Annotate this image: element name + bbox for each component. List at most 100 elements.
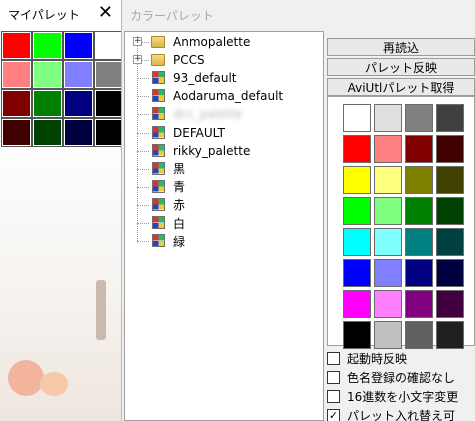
tree-item-label: 赤 [173, 198, 186, 213]
tree-item-label: rikky_palette [173, 143, 251, 158]
color-swatch[interactable] [405, 321, 433, 349]
option-checkbox[interactable] [327, 351, 340, 365]
color-swatch[interactable] [343, 135, 371, 163]
color-swatch[interactable] [436, 321, 464, 349]
tree-palette-item[interactable]: dcc_palette [125, 105, 323, 123]
tree-item-label: 93_default [173, 71, 237, 86]
my-palette-swatch[interactable] [32, 31, 63, 60]
tree-palette-item[interactable]: 93_default [125, 69, 323, 87]
color-swatch[interactable] [436, 166, 464, 194]
my-palette-swatch[interactable] [32, 118, 63, 147]
my-palette-swatch[interactable] [63, 60, 94, 89]
color-swatch[interactable] [405, 135, 433, 163]
option-row[interactable]: 起動時反映 [327, 349, 407, 367]
option-row[interactable]: 色名登録の確認なし [327, 368, 455, 386]
my-palette-swatch[interactable] [94, 89, 125, 118]
palette-tree[interactable]: + Anmopalette + PCCS 93_default Aodaruma_defa… [124, 31, 324, 421]
my-palette-swatch[interactable] [32, 60, 63, 89]
tree-palette-item[interactable]: DEFAULT [125, 124, 323, 142]
color-swatch[interactable] [436, 197, 464, 225]
tree-palette-item[interactable]: Aodaruma_default [125, 87, 323, 105]
swatch-panel [327, 96, 475, 349]
color-swatch[interactable] [343, 228, 371, 256]
color-swatch[interactable] [374, 104, 402, 132]
tree-item-label: dcc_palette [173, 107, 243, 122]
color-palette-window: カラーパレット + Anmopalette + PCCS 93_default Aodar… [121, 0, 475, 421]
my-palette-swatch[interactable] [94, 118, 125, 147]
reload-button[interactable]: 再読込 [327, 38, 475, 56]
color-swatch[interactable] [374, 259, 402, 287]
tree-palette-item[interactable]: 黒 [125, 160, 323, 178]
color-swatch[interactable] [374, 290, 402, 318]
color-swatch[interactable] [436, 228, 464, 256]
color-swatch[interactable] [374, 135, 402, 163]
color-swatch[interactable] [343, 104, 371, 132]
my-palette-swatch[interactable] [94, 31, 125, 60]
color-swatch[interactable] [343, 321, 371, 349]
tree-folder-item[interactable]: + PCCS [125, 51, 323, 69]
color-swatch[interactable] [436, 290, 464, 318]
aviutl-palette-button[interactable]: AviUtlパレット取得 [327, 78, 475, 96]
tree-connector-line [137, 223, 149, 224]
expand-icon[interactable]: + [133, 37, 142, 46]
palette-file-icon [152, 179, 165, 193]
option-label: 起動時反映 [347, 351, 408, 366]
color-swatch[interactable] [405, 290, 433, 318]
color-swatch[interactable] [405, 228, 433, 256]
tree-palette-item[interactable]: 青 [125, 178, 323, 196]
color-swatch[interactable] [436, 259, 464, 287]
color-swatch[interactable] [405, 197, 433, 225]
option-row[interactable]: 16進数を小文字変更 [327, 387, 458, 405]
flower-decoration [8, 360, 44, 396]
option-checkbox[interactable]: ✓ [327, 408, 340, 421]
tree-palette-item[interactable]: 白 [125, 214, 323, 232]
color-swatch[interactable] [343, 166, 371, 194]
my-palette-swatch[interactable] [1, 118, 32, 147]
color-swatch[interactable] [343, 259, 371, 287]
my-palette-swatch[interactable] [94, 60, 125, 89]
option-checkbox[interactable] [327, 370, 340, 384]
tree-palette-item[interactable]: 赤 [125, 196, 323, 214]
my-palette-swatch[interactable] [63, 118, 94, 147]
option-checkbox[interactable] [327, 389, 340, 403]
color-swatch[interactable] [405, 259, 433, 287]
my-palette-swatch[interactable] [32, 89, 63, 118]
my-palette-swatch[interactable] [63, 31, 94, 60]
color-swatch[interactable] [405, 166, 433, 194]
tree-item-label: 黒 [173, 162, 186, 177]
color-swatch[interactable] [343, 290, 371, 318]
option-row[interactable]: ✓ パレット入れ替え可 [327, 406, 455, 421]
tree-palette-item[interactable]: 緑 [125, 232, 323, 250]
color-swatch[interactable] [436, 104, 464, 132]
tree-connector-line [137, 241, 149, 243]
my-palette-swatch[interactable] [1, 31, 32, 60]
expand-icon[interactable]: + [133, 55, 142, 65]
my-palette-swatch[interactable] [1, 89, 32, 118]
tree-connector-line [137, 186, 149, 188]
reflect-palette-button[interactable]: パレット反映 [327, 58, 475, 76]
tree-connector-line [137, 132, 149, 134]
tree-folder-item[interactable]: + Anmopalette [125, 33, 323, 51]
option-label: パレット入れ替え可 [347, 408, 456, 421]
color-swatch[interactable] [374, 197, 402, 225]
palette-file-icon [152, 125, 165, 139]
color-swatch[interactable] [343, 197, 371, 225]
tree-palette-item[interactable]: rikky_palette [125, 142, 323, 160]
tree-item-label: 白 [173, 216, 186, 231]
my-palette-swatch[interactable] [63, 89, 94, 118]
color-swatch[interactable] [374, 166, 402, 194]
palette-file-icon [152, 107, 165, 121]
my-palette-title: マイパレット [8, 8, 80, 22]
color-swatch[interactable] [436, 135, 464, 163]
close-icon[interactable]: ✕ [98, 2, 113, 24]
my-palette-swatch-grid [1, 31, 125, 147]
color-swatch[interactable] [374, 228, 402, 256]
color-swatch-grid [343, 104, 464, 349]
tree-item-label: 緑 [173, 234, 186, 249]
color-swatch[interactable] [405, 104, 433, 132]
my-palette-swatch[interactable] [1, 60, 32, 89]
tree-item-label: Anmopalette [173, 35, 251, 49]
color-swatch[interactable] [374, 321, 402, 349]
option-label: 16進数を小文字変更 [347, 389, 459, 404]
tree-connector-line [137, 78, 149, 80]
